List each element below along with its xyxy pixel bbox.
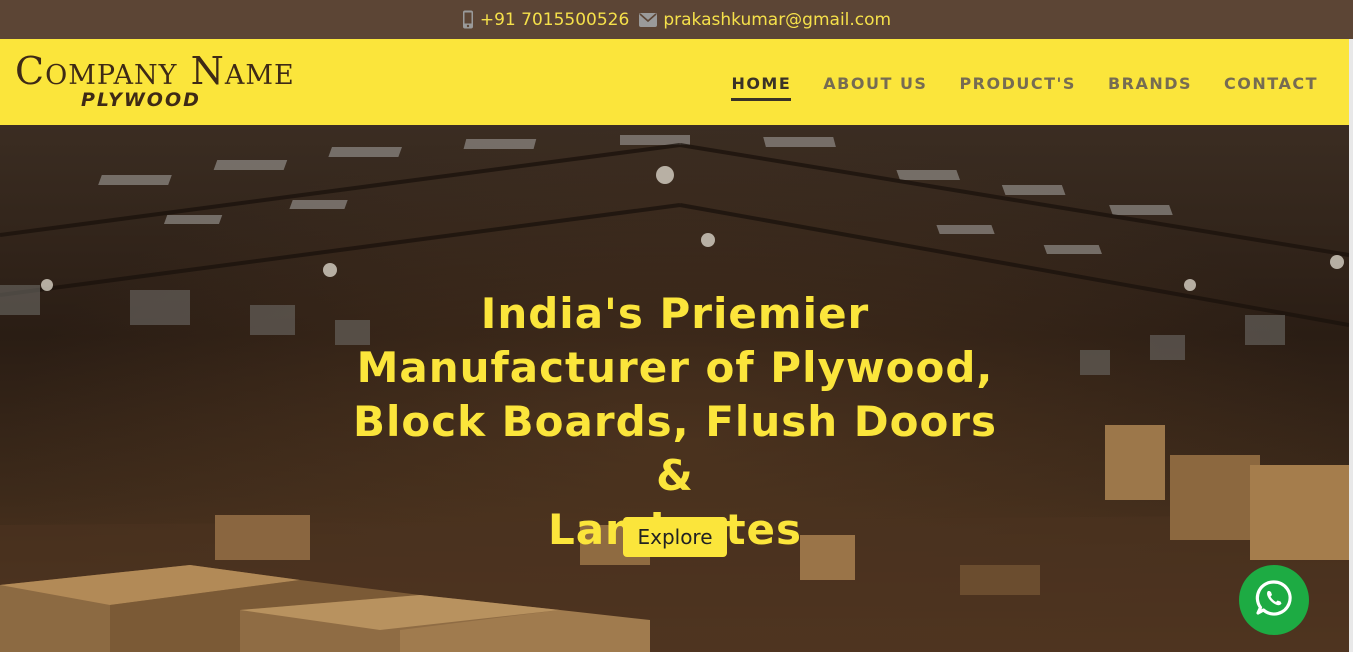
nav-home[interactable]: HOME bbox=[731, 74, 792, 101]
logo-subtitle: PLYWOOD bbox=[81, 89, 201, 111]
headline-line: India's Priemier bbox=[480, 289, 870, 338]
phone-contact[interactable]: +91 7015500526 bbox=[462, 10, 629, 30]
mobile-phone-icon bbox=[462, 10, 474, 29]
phone-number: +91 7015500526 bbox=[479, 9, 630, 30]
headline-line: Block Boards, Flush Doors & bbox=[352, 397, 998, 500]
site-header: Company Name PLYWOOD HOME ABOUT US PRODU… bbox=[0, 39, 1349, 125]
whatsapp-icon bbox=[1254, 578, 1294, 623]
headline-line: Manufacturer of Plywood, bbox=[356, 343, 994, 392]
main-nav: HOME ABOUT US PRODUCT'S BRANDS CONTACT bbox=[731, 74, 1318, 101]
nav-products[interactable]: PRODUCT'S bbox=[959, 74, 1076, 101]
envelope-icon bbox=[639, 12, 658, 27]
explore-button[interactable]: Explore bbox=[623, 517, 727, 557]
email-address: prakashkumar@gmail.com bbox=[663, 9, 892, 30]
company-logo[interactable]: Company Name PLYWOOD bbox=[15, 49, 295, 110]
whatsapp-chat-button[interactable] bbox=[1239, 565, 1309, 635]
top-contact-bar: +91 7015500526 prakashkumar@gmail.com bbox=[0, 0, 1353, 39]
nav-contact[interactable]: CONTACT bbox=[1224, 74, 1318, 101]
logo-company-name: Company Name bbox=[15, 49, 295, 93]
hero-banner: India's Priemier Manufacturer of Plywood… bbox=[0, 125, 1349, 652]
nav-brands[interactable]: BRANDS bbox=[1108, 74, 1192, 101]
email-contact[interactable]: prakashkumar@gmail.com bbox=[639, 10, 891, 30]
page-scrollbar[interactable] bbox=[1349, 39, 1353, 652]
nav-about-us[interactable]: ABOUT US bbox=[823, 74, 927, 101]
